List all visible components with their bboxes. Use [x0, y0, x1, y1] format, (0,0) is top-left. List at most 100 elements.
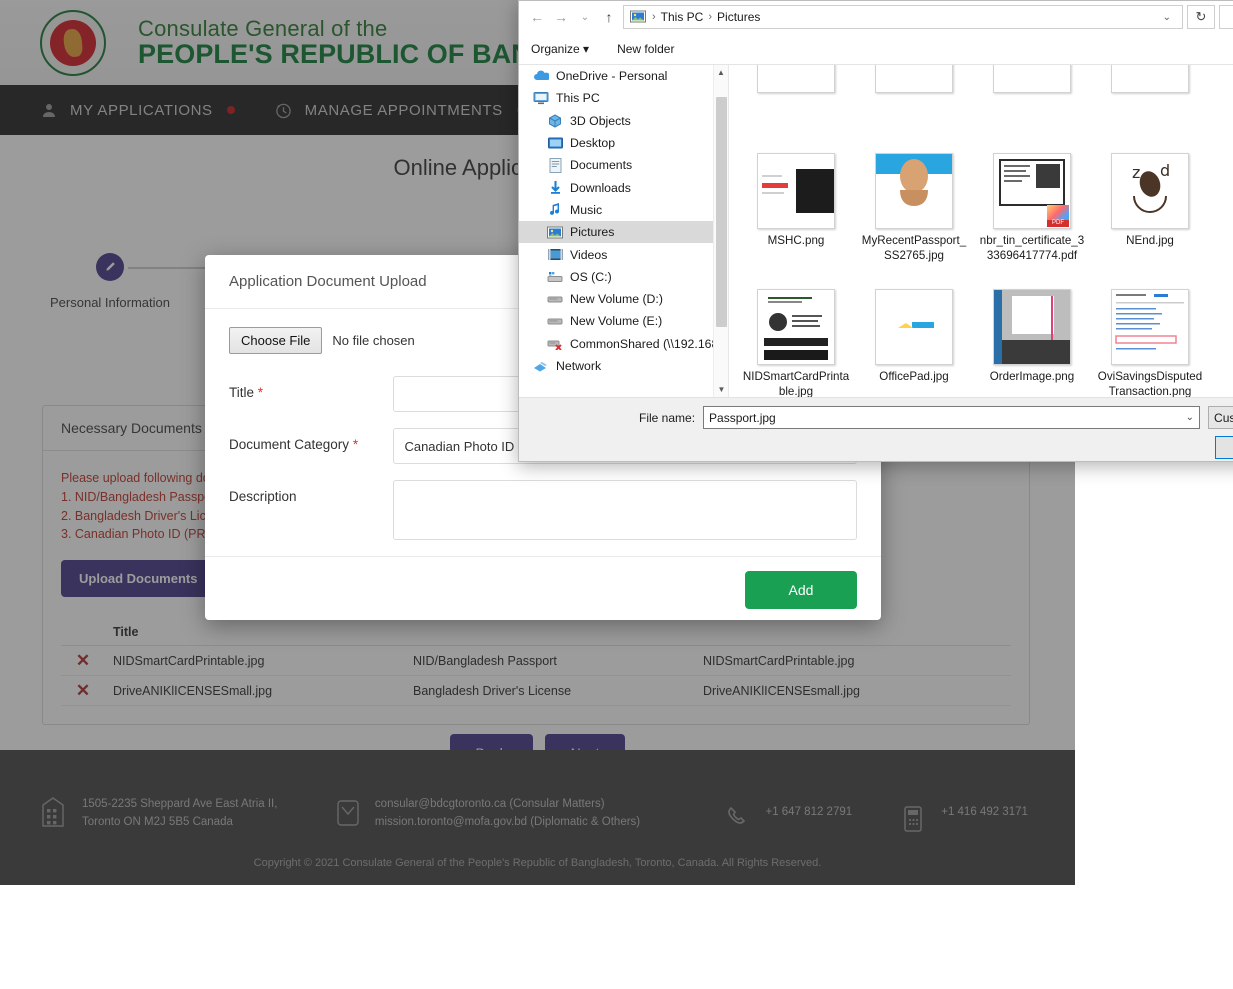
file-item-nidsmartcardprintable[interactable]: NIDSmartCardPrintable.jpg — [737, 285, 855, 397]
file-item-officepad[interactable]: OfficePad.jpg — [855, 285, 973, 397]
network-icon — [533, 358, 549, 374]
chevron-down-icon[interactable]: ⌄ — [573, 5, 597, 29]
tree-label: OneDrive - Personal — [556, 69, 668, 84]
file-name: MSHC.png — [767, 234, 825, 247]
scroll-up-icon[interactable]: ▲ — [714, 65, 728, 80]
file-item-nbr-tin-certificate[interactable]: PDF nbr_tin_certificate_333696417774.pdf — [973, 149, 1091, 285]
new-folder-button[interactable]: New folder — [617, 42, 674, 56]
pictures-folder-icon — [630, 10, 646, 24]
tree-item-3d-objects[interactable]: 3D Objects — [519, 110, 728, 132]
file-thumbnail: zd — [1111, 153, 1189, 229]
file-item-nend[interactable]: zd NEnd.jpg — [1091, 149, 1209, 285]
organize-menu[interactable]: Organize ▾ — [531, 42, 589, 56]
arrow-up-icon[interactable]: ↑ — [597, 5, 621, 29]
file-item-mshc[interactable]: MSHC.png — [737, 149, 855, 285]
tree-item-documents[interactable]: Documents — [519, 154, 728, 176]
title-label: Title * — [229, 376, 393, 400]
file-open-dialog: ← → ⌄ ↑ › This PC › Pictures ⌄ ↻ Organiz… — [518, 0, 1233, 462]
tree-label: Videos — [570, 247, 608, 262]
computer-icon — [533, 90, 549, 106]
search-input[interactable] — [1219, 5, 1233, 29]
tree-item-desktop[interactable]: Desktop — [519, 132, 728, 154]
tree-item-videos[interactable]: Videos — [519, 243, 728, 265]
file-item[interactable] — [1091, 65, 1209, 149]
add-button[interactable]: Add — [745, 571, 857, 609]
description-textarea[interactable] — [393, 480, 857, 540]
file-dialog-toolbar: ← → ⌄ ↑ › This PC › Pictures ⌄ ↻ — [519, 1, 1233, 33]
file-list-view[interactable]: MSHC.png MyRecentPassport_SS2765.jpg PDF — [729, 65, 1233, 397]
desktop-icon — [547, 135, 563, 151]
tree-label: Desktop — [570, 136, 616, 151]
category-label: Document Category * — [229, 428, 393, 452]
video-icon — [547, 247, 563, 263]
cube-icon — [547, 113, 563, 129]
scroll-thumb[interactable] — [716, 97, 727, 327]
file-item-orderimage[interactable]: OrderImage.png — [973, 285, 1091, 397]
tree-item-new-volume-e[interactable]: New Volume (E:) — [519, 310, 728, 332]
svg-text:d: d — [1160, 161, 1170, 180]
tree-label: Documents — [570, 158, 633, 173]
arrow-right-icon[interactable]: → — [549, 5, 573, 29]
tree-item-this-pc[interactable]: This PC — [519, 87, 728, 109]
tree-item-commonshared[interactable]: CommonShared (\\192.168.1.101 — [519, 333, 728, 355]
category-selected-value: Canadian Photo ID ( — [404, 438, 523, 454]
scroll-down-icon[interactable]: ▼ — [714, 382, 728, 397]
organize-label: Organize — [531, 41, 580, 56]
file-dialog-main: OneDrive - Personal This PC 3D Objects D… — [519, 65, 1233, 397]
tree-item-music[interactable]: Music — [519, 199, 728, 221]
modal-footer: Add — [205, 556, 881, 623]
tree-item-new-volume-d[interactable]: New Volume (D:) — [519, 288, 728, 310]
description-label: Description — [229, 489, 297, 504]
tree-item-pictures[interactable]: Pictures — [519, 221, 728, 244]
tree-item-onedrive[interactable]: OneDrive - Personal — [519, 65, 728, 87]
arrow-left-icon[interactable]: ← — [525, 5, 549, 29]
breadcrumb-this-pc[interactable]: This PC — [658, 10, 707, 24]
music-note-icon — [547, 202, 563, 218]
file-name-value: Passport.jpg — [709, 410, 776, 425]
chevron-down-icon[interactable]: ⌄ — [1186, 412, 1194, 423]
tree-label: Pictures — [570, 225, 615, 240]
description-field-row: Description — [229, 480, 857, 540]
file-name-input[interactable]: Passport.jpg ⌄ — [703, 406, 1201, 429]
file-item[interactable] — [973, 65, 1091, 149]
choose-file-button[interactable]: Choose File — [229, 327, 323, 354]
tree-label: This PC — [556, 91, 600, 106]
file-thumbnail — [875, 153, 953, 229]
required-asterisk: * — [257, 385, 264, 400]
open-button[interactable] — [1215, 436, 1233, 459]
file-item[interactable] — [737, 65, 855, 149]
crumb-sep: › — [708, 11, 713, 23]
file-name: NIDSmartCardPrintable.jpg — [742, 370, 850, 397]
pdf-badge-icon: PDF — [1047, 205, 1069, 227]
download-arrow-icon — [547, 180, 563, 196]
file-thumbnail: PDF — [993, 153, 1071, 229]
address-dropdown-icon[interactable]: ⌄ — [1156, 12, 1178, 23]
file-dialog-command-bar: Organize ▾ New folder — [519, 33, 1233, 65]
file-type-filter-select[interactable]: Cust — [1208, 406, 1233, 429]
tree-item-os-c[interactable]: OS (C:) — [519, 266, 728, 288]
file-name-row: File name: Passport.jpg ⌄ Cust — [519, 406, 1233, 429]
file-thumbnail — [993, 65, 1071, 93]
breadcrumb-pictures[interactable]: Pictures — [714, 10, 763, 24]
required-asterisk: * — [352, 437, 359, 452]
file-grid: MSHC.png MyRecentPassport_SS2765.jpg PDF — [737, 65, 1233, 397]
dialog-buttons-row — [519, 436, 1233, 459]
file-name: OviSavingsDisputedTransaction.png — [1097, 370, 1203, 397]
tree-scrollbar[interactable]: ▲ ▼ — [713, 65, 728, 397]
pictures-icon — [547, 224, 563, 240]
file-thumbnail — [875, 289, 953, 365]
file-name: OrderImage.png — [989, 370, 1075, 383]
file-item-ovisavingsdisputedtransaction[interactable]: OviSavingsDisputedTransaction.png — [1091, 285, 1209, 397]
file-name: OfficePad.jpg — [879, 370, 949, 383]
tree-label: Network — [556, 359, 602, 373]
address-bar[interactable]: › This PC › Pictures ⌄ — [623, 5, 1183, 29]
refresh-icon[interactable]: ↻ — [1187, 5, 1215, 29]
tree-label: Downloads — [570, 180, 631, 195]
tree-item-network[interactable]: Network — [519, 355, 728, 377]
file-item-myrecentpassport[interactable]: MyRecentPassport_SS2765.jpg — [855, 149, 973, 285]
file-thumbnail — [757, 289, 835, 365]
tree-label: Music — [570, 202, 603, 217]
tree-item-downloads[interactable]: Downloads — [519, 176, 728, 198]
harddrive-icon — [547, 313, 563, 329]
file-item[interactable] — [855, 65, 973, 149]
